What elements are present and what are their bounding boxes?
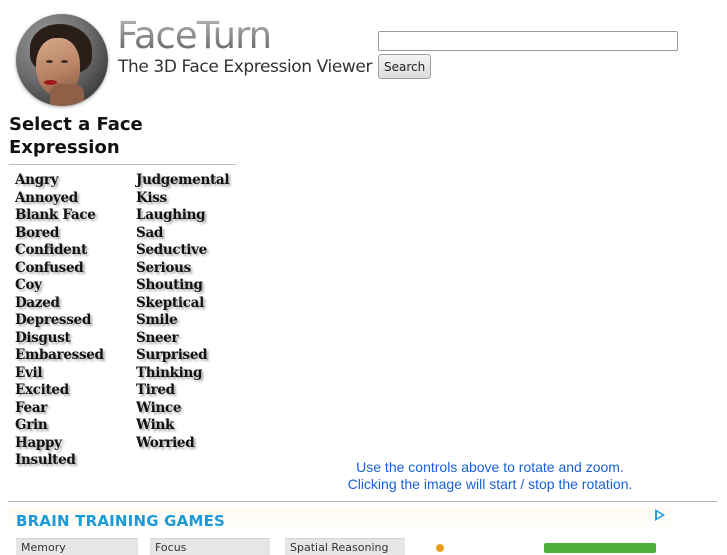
expression-link[interactable]: Fear [15, 400, 104, 418]
expression-link[interactable]: Evil [15, 365, 104, 383]
expression-link[interactable]: Annoyed [15, 190, 104, 208]
expression-link[interactable]: Sad [136, 225, 229, 243]
expression-link[interactable]: Tired [136, 382, 229, 400]
ad-tab[interactable]: Memory [16, 538, 138, 555]
expression-link[interactable]: Depressed [15, 312, 104, 330]
expression-link[interactable]: Insulted [15, 452, 104, 470]
expression-link[interactable]: Seductive [136, 242, 229, 260]
expression-link[interactable]: Grin [15, 417, 104, 435]
expression-link[interactable]: Dazed [15, 295, 104, 313]
instructions-line-1: Use the controls above to rotate and zoo… [356, 459, 624, 475]
expression-link[interactable]: Skeptical [136, 295, 229, 313]
ad-dot-icon [436, 544, 444, 552]
ad-choices-icon[interactable] [655, 509, 665, 521]
expression-link[interactable]: Thinking [136, 365, 229, 383]
page-title: Select a Face Expression [9, 114, 143, 158]
expression-link[interactable]: Angry [15, 172, 104, 190]
brand-subtitle: The 3D Face Expression Viewer [118, 57, 373, 77]
expression-link[interactable]: Happy [15, 435, 104, 453]
expression-link[interactable]: Blank Face [15, 207, 104, 225]
instructions-line-2: Clicking the image will start / stop the… [347, 476, 633, 492]
expression-link[interactable]: Kiss [136, 190, 229, 208]
expression-link[interactable]: Embaressed [15, 347, 104, 365]
expression-link[interactable]: Sneer [136, 330, 229, 348]
expression-link[interactable]: Wince [136, 400, 229, 418]
brand-title[interactable]: FaceTurn [117, 14, 272, 58]
ad-title[interactable]: BRAIN TRAINING GAMES [16, 512, 225, 530]
expression-link[interactable]: Shouting [136, 277, 229, 295]
expression-link[interactable]: Laughing [136, 207, 229, 225]
expression-link[interactable]: Wink [136, 417, 229, 435]
expression-link[interactable]: Serious [136, 260, 229, 278]
ad-tab[interactable]: Focus [150, 538, 270, 555]
expression-link[interactable]: Worried [136, 435, 229, 453]
expression-list-column-2: Judgemental Kiss Laughing Sad Seductive Serio… [136, 172, 229, 452]
avatar-eye [46, 60, 53, 63]
expression-link[interactable]: Disgust [15, 330, 104, 348]
advertisement[interactable]: BRAIN TRAINING GAMES Memory Focus Spatia… [8, 507, 670, 555]
expression-link[interactable]: Smile [136, 312, 229, 330]
search-button[interactable]: Search [378, 54, 432, 79]
expression-link[interactable]: Surprised [136, 347, 229, 365]
footer-divider [8, 501, 717, 502]
avatar-lips [44, 80, 57, 85]
search-input[interactable] [378, 31, 678, 51]
expression-list-column-1: Angry Annoyed Blank Face Bored Confident Conf… [15, 172, 104, 470]
avatar-eye [61, 60, 68, 63]
avatar-neck [50, 84, 84, 106]
viewer-instructions: Use the controls above to rotate and zoo… [320, 459, 660, 493]
face-avatar-logo[interactable] [16, 14, 108, 106]
heading-divider [9, 164, 236, 165]
expression-link[interactable]: Judgemental [136, 172, 229, 190]
expression-link[interactable]: Bored [15, 225, 104, 243]
ad-tab[interactable]: Spatial Reasoning [285, 538, 405, 555]
expression-link[interactable]: Confident [15, 242, 104, 260]
expression-link[interactable]: Confused [15, 260, 104, 278]
expression-link[interactable]: Coy [15, 277, 104, 295]
expression-link[interactable]: Excited [15, 382, 104, 400]
